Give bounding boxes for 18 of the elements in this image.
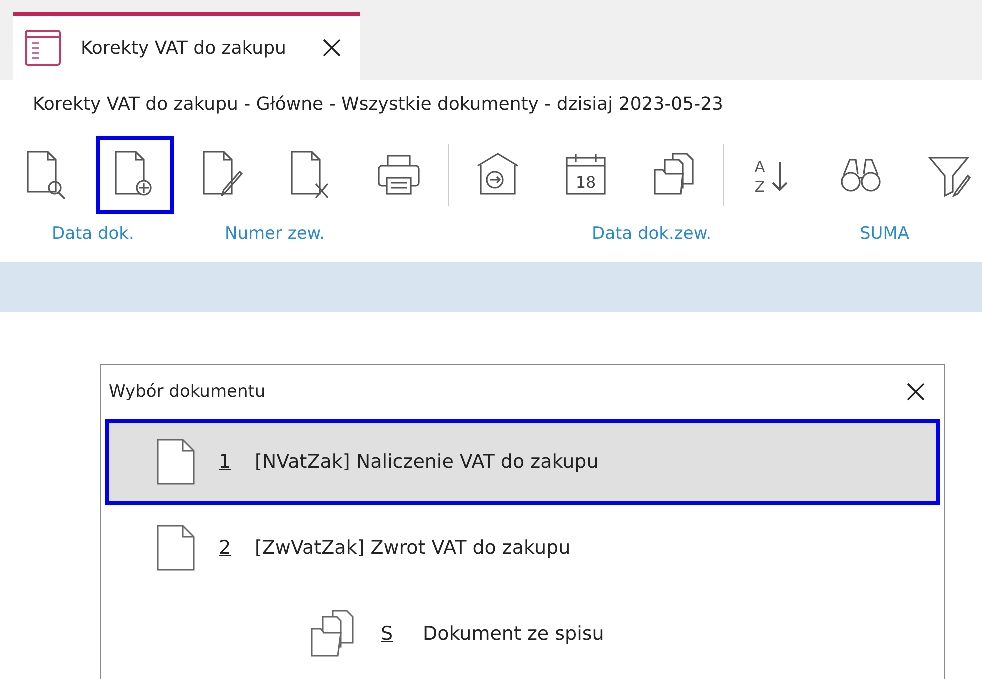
window-icon	[25, 30, 61, 66]
document-type-option[interactable]: S Dokument ze spisu	[105, 591, 940, 677]
column-header[interactable]: Data dok.zew.	[592, 224, 712, 244]
view-title: Korekty VAT do zakupu - Główne - Wszystkie dokumenty - dzisiaj 2023-05-23	[32, 93, 724, 117]
document-icon	[157, 525, 195, 571]
close-icon[interactable]	[322, 38, 342, 58]
close-icon[interactable]	[906, 382, 926, 402]
calendar-button[interactable]: 18	[547, 136, 625, 214]
dialog-title: Wybór dokumentu	[109, 382, 266, 402]
document-type-option[interactable]: 1 [NVatZak] Naliczenie VAT do zakupu	[105, 419, 940, 505]
document-type-option[interactable]: 2 [ZwVatZak] Zwrot VAT do zakupu	[105, 505, 940, 591]
document-tab[interactable]: Korekty VAT do zakupu	[13, 12, 360, 80]
doc-add-button[interactable]	[96, 136, 174, 214]
column-header[interactable]: Numer zew.	[225, 224, 326, 244]
document-icon	[157, 439, 195, 485]
column-header[interactable]: SUMA	[860, 224, 910, 244]
sort-button[interactable]: A Z	[734, 136, 812, 214]
column-header[interactable]: Data dok.	[52, 224, 134, 244]
